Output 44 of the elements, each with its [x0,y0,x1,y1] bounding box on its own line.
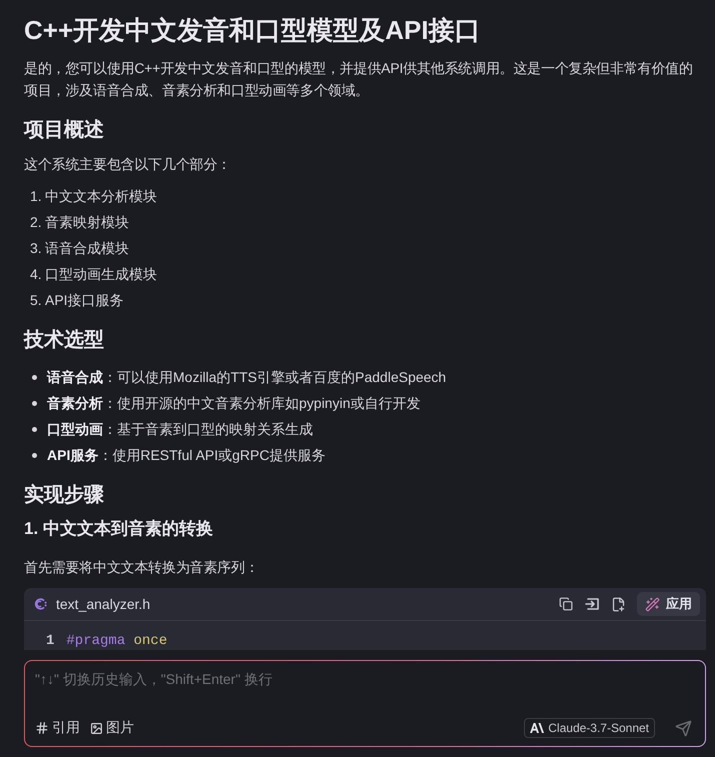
list-number: 1. [30,187,41,206]
list-number: 3. [30,239,41,258]
copy-icon [559,597,573,611]
logo-icon [530,723,544,733]
list-item-text: 语音合成模块 [45,239,129,258]
section-heading: 项目概述 [24,118,105,143]
list-item-text: API接口服务 [45,291,124,310]
section-heading: 实现步骤 [24,482,105,508]
wand-icon [645,596,660,612]
image-button[interactable]: 图片 [90,717,136,739]
list-item-text: 口型动画：基于音素到口型的映射关系生成 [47,420,313,439]
subsection-heading: 1. 中文文本到音素的转换 [24,518,214,540]
paragraph: 首先需要将中文文本转换为音素序列： [24,558,260,577]
hash-icon [35,721,49,735]
bullet-icon [32,426,37,432]
list-number: 2. [30,213,41,232]
list-item-text: 语音合成：可以使用Mozilla的TTS引擎或者百度的PaddleSpeech [47,368,446,387]
c-file-icon [34,597,48,611]
send-icon [674,720,692,736]
bullet-icon [32,400,37,406]
code-line: #pragma once [66,632,168,650]
input-field[interactable]: "↑↓" 切换历史输入，"Shift+Enter" 换行 [35,669,695,717]
section-heading: 技术选型 [24,328,105,353]
image-icon [90,722,103,734]
page-title: C++开发中文发音和口型模型及API接口 [24,14,482,47]
apply-button[interactable]: 应用 [637,592,700,616]
line-number: 1 [46,632,54,650]
list-item-text: 口型动画生成模块 [45,265,157,284]
bullet-icon [32,374,37,380]
list-item-text: 中文文本分析模块 [45,187,157,206]
file-name: text_analyzer.h [56,596,152,612]
reference-button[interactable]: 引用 [35,717,82,739]
list-number: 5. [30,291,41,310]
model-selector[interactable]: Claude-3.7-Sonnet [524,718,655,738]
list-item-text: API服务：使用RESTful API或gRPC提供服务 [47,446,326,465]
bullet-icon [32,452,37,458]
insert-icon [584,597,600,611]
list-number: 4. [30,265,41,284]
list-item-text: 音素分析：使用开源的中文音素分析库如pypinyin或自行开发 [47,394,420,413]
list-item-text: 音素映射模块 [45,213,129,232]
chat-input-box[interactable]: "↑↓" 切换历史输入，"Shift+Enter" 换行 引用 图片 Claude-3.7-Sonnet [24,660,706,747]
paragraph: 这个系统主要包含以下几个部分： [24,155,232,174]
new-file-icon [610,596,626,612]
paragraph: 是的，您可以使用C++开发中文发音和口型的模型，并提供API供其他系统调用。这是一个复杂但非常有价值的项目，涉及语音合成、音素分析和口型动画等多个领域。 [24,59,694,100]
